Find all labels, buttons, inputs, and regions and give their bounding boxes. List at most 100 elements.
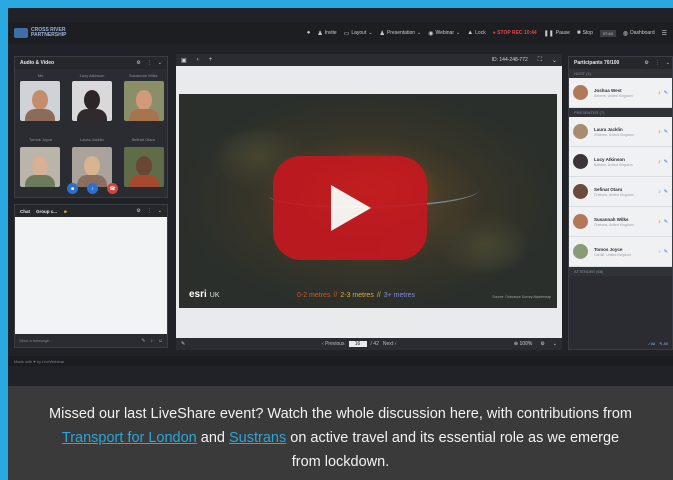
settings-icon[interactable]: ⚙ <box>540 341 544 347</box>
participant-row[interactable]: Lucy Atkinson Balham, United Kingdom ♪ ✎ <box>569 147 672 177</box>
tile-name: Me <box>37 73 44 78</box>
mic-icon[interactable]: ♪ <box>658 159 661 165</box>
emoji-icon[interactable]: ☺ <box>158 338 163 344</box>
stop-icon: ■ <box>576 30 581 36</box>
invite-button[interactable]: ♟ Invite <box>317 30 336 37</box>
pen-icon[interactable]: ✎ <box>664 129 668 135</box>
settings-icon[interactable]: ⚙ <box>644 60 648 66</box>
meeting-id: ID: 144-248-772 <box>491 57 528 63</box>
mic-toggle[interactable]: ♪ <box>87 183 98 194</box>
avatar <box>573 244 588 259</box>
mic-icon[interactable]: ♪ <box>658 189 661 195</box>
chat-messages <box>15 217 167 335</box>
tab-chat[interactable]: Chat <box>20 209 30 214</box>
participant-row[interactable]: Tomos Joyce Cardiff, United Kingdom ♪ ✎ <box>569 237 672 267</box>
lock-icon: ▲ <box>467 30 474 36</box>
pen-icon[interactable]: ✎ <box>664 219 668 225</box>
avatar <box>573 154 588 169</box>
more-icon[interactable]: ⋮ <box>655 60 660 66</box>
video-tile[interactable] <box>72 81 112 121</box>
pen-icon[interactable]: ✎ <box>664 159 668 165</box>
stop-recording-button[interactable]: ● STOP REC 10:44 <box>493 30 537 36</box>
more-icon[interactable]: ⋮ <box>147 60 152 66</box>
slide-content: esri UK 0-2 metres // 2-3 metres // 3+ me… <box>179 94 557 308</box>
webinar-toolbar: CROSS RIVER PARTNERSHIP ● ♟ Invite ▭ Layou… <box>8 22 673 44</box>
zoom-level[interactable]: ⊕ 100% <box>514 341 532 347</box>
stage-footer: ✎ ‹ Previous 16 / 42 Next › ⊕ 100% ⚙ ⌄ <box>176 338 562 350</box>
add-icon[interactable]: + <box>209 57 213 63</box>
mic-all-toggle[interactable]: ♪ All <box>648 341 655 346</box>
youtube-play-button[interactable] <box>273 156 427 260</box>
image-icon[interactable]: ▣ <box>181 57 187 64</box>
brand-logo: CROSS RIVER PARTNERSHIP <box>14 28 91 38</box>
more-icon[interactable]: ⋮ <box>147 208 152 214</box>
tile-name: Lucy Atkinson <box>79 73 105 78</box>
slide-pager: ‹ Previous 16 / 42 Next › <box>322 341 396 347</box>
pen-icon[interactable]: ✎ <box>181 341 185 347</box>
lock-button[interactable]: ▲ Lock <box>467 30 486 36</box>
video-caption: Missed our last LiveShare event? Watch t… <box>49 406 632 470</box>
chevron-down-icon[interactable]: ⌄ <box>158 60 162 66</box>
pen-all-toggle[interactable]: ✎ All <box>659 341 668 346</box>
sustrans-link[interactable]: Sustrans <box>229 430 286 446</box>
mic-icon[interactable]: ♪ <box>658 129 661 135</box>
stage-toolbar: ▣ ‹ + ID: 144-248-772 ⛶ ⌄ <box>176 54 562 66</box>
play-icon <box>331 185 371 231</box>
webinar-icon: ◉ <box>428 30 434 37</box>
chevron-down-icon[interactable]: ⌄ <box>158 208 162 214</box>
session-timer: 07:44 <box>599 29 616 37</box>
page-number-input[interactable]: 16 <box>348 341 367 347</box>
participant-row[interactable]: Joshua West Sevens, United Kingdom ♪ ✎ <box>569 78 672 108</box>
menu-icon[interactable]: ☰ <box>662 30 667 37</box>
phone-icon: ☎ <box>109 185 116 192</box>
mic-icon[interactable]: ♪ <box>658 90 661 96</box>
embed-card: CROSS RIVER PARTNERSHIP ● ♟ Invite ▭ Layou… <box>8 8 673 480</box>
layout-button[interactable]: ▭ Layout ⌄ <box>344 30 373 37</box>
emoji-icon[interactable]: ☻ <box>63 209 68 214</box>
camera-toggle[interactable]: ■ <box>67 183 78 194</box>
dashboard-button[interactable]: ◍ Dashboard <box>623 30 655 37</box>
settings-icon[interactable]: ⚙ <box>136 208 140 214</box>
previous-button[interactable]: ‹ Previous <box>322 341 345 347</box>
participants-title: Participants 70/100 <box>574 60 620 66</box>
panel-title: Audio & Video <box>20 60 55 66</box>
section-attendee: ATTENDEE (66) <box>569 267 672 276</box>
mic-icon[interactable]: ♪ <box>150 338 153 344</box>
video-tile[interactable] <box>20 147 60 187</box>
participant-row[interactable]: Sefinat Otaru Chelsea, United Kingdom ♪ ✎ <box>569 177 672 207</box>
webinar-button[interactable]: ◉ Webinar ⌄ <box>428 30 460 37</box>
brand-name: CROSS RIVER PARTNERSHIP <box>31 27 67 38</box>
tab-group-chat[interactable]: Group c... <box>36 209 57 214</box>
chevron-down-icon[interactable]: ⌄ <box>666 60 670 66</box>
video-player[interactable]: CROSS RIVER PARTNERSHIP ● ♟ Invite ▭ Layou… <box>8 8 673 386</box>
video-tile[interactable] <box>124 81 164 121</box>
video-tile[interactable] <box>124 147 164 187</box>
info-icon[interactable]: ● <box>307 30 311 36</box>
mic-icon[interactable]: ♪ <box>658 219 661 225</box>
attach-icon[interactable]: ✎ <box>141 338 145 344</box>
video-tile[interactable] <box>72 147 112 187</box>
chat-input[interactable]: Send a message... ✎ ♪ ☺ <box>15 334 167 347</box>
settings-icon[interactable]: ⚙ <box>136 60 140 66</box>
participant-row[interactable]: Laura Jacklin Chelsea, United Kingdom ♪ ✎ <box>569 117 672 147</box>
stop-button[interactable]: ■ Stop <box>577 30 593 36</box>
pause-icon: ❚❚ <box>543 30 554 37</box>
avatar <box>573 124 588 139</box>
next-button[interactable]: Next › <box>383 341 396 347</box>
chevron-down-icon[interactable]: ⌄ <box>553 341 557 347</box>
participants-panel: Participants 70/100 ⚙ ⋮ ⌄ HOST (1) Joshua … <box>568 56 673 350</box>
chevron-left-icon[interactable]: ‹ <box>197 57 199 63</box>
brand-mark-icon <box>14 28 28 38</box>
tfl-link[interactable]: Transport for London <box>62 430 197 446</box>
pause-button[interactable]: ❚❚ Pause <box>544 30 570 37</box>
hangup-button[interactable]: ☎ <box>107 183 118 194</box>
video-tile[interactable] <box>20 81 60 121</box>
pen-icon[interactable]: ✎ <box>664 189 668 195</box>
pen-icon[interactable]: ✎ <box>664 90 668 96</box>
fullscreen-icon[interactable]: ⛶ <box>538 57 542 64</box>
participant-row[interactable]: Susannah Wilks Chelsea, United Kingdom ♪ ✎ <box>569 207 672 237</box>
chevron-down-icon[interactable]: ⌄ <box>552 57 557 64</box>
pen-icon[interactable]: ✎ <box>664 249 668 255</box>
mic-icon[interactable]: ♪ <box>658 249 661 255</box>
presentation-button[interactable]: ♟ Presentation ⌄ <box>380 30 422 37</box>
